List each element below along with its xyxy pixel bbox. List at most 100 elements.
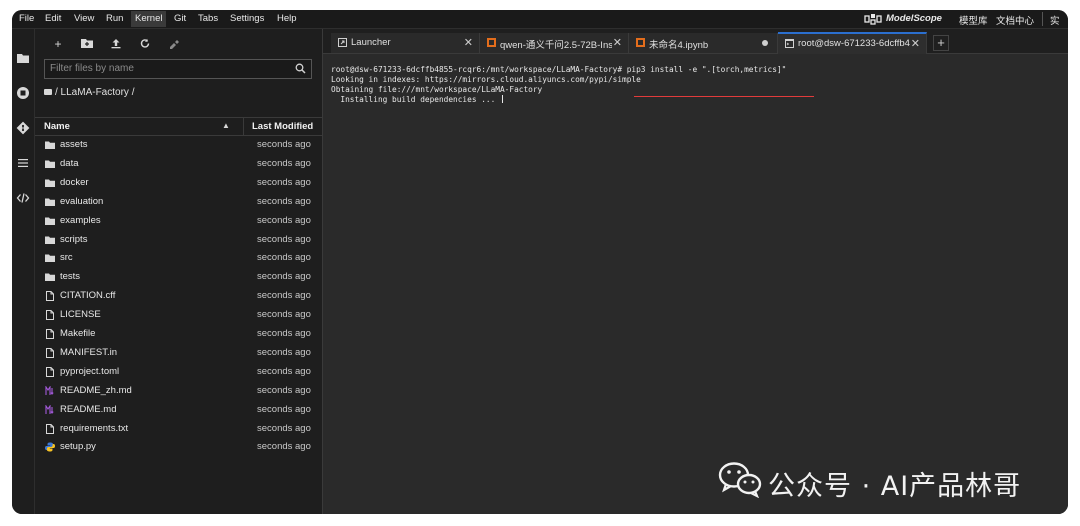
tab-label: root@dsw-671233-6dcffb4 [798, 38, 910, 49]
menu-file[interactable]: File [19, 13, 34, 24]
new-launcher-icon[interactable]: + [50, 37, 66, 51]
menu-kernel[interactable]: Kernel [131, 11, 167, 27]
running-icon[interactable] [16, 86, 30, 100]
file-row[interactable]: pyproject.toml seconds ago [35, 363, 322, 381]
file-row[interactable]: README.md seconds ago [35, 401, 322, 419]
folder-row[interactable]: examples seconds ago [35, 212, 322, 230]
close-icon[interactable]: ✕ [464, 36, 473, 49]
file-row[interactable]: Makefile seconds ago [35, 325, 322, 343]
file-name: scripts [60, 233, 88, 245]
file-name: pyproject.toml [60, 365, 120, 377]
file-row[interactable]: CITATION.cff seconds ago [35, 287, 322, 305]
breadcrumb[interactable]: / LLaMA-Factory / [44, 87, 134, 98]
git-clone-icon[interactable] [166, 38, 182, 49]
file-name: requirements.txt [60, 422, 129, 434]
tab-terminal[interactable]: root@dsw-671233-6dcffb4 ✕ [778, 32, 927, 55]
file-modified-time: seconds ago [257, 176, 311, 188]
file-modified-time: seconds ago [257, 214, 311, 226]
home-folder-icon[interactable] [44, 89, 52, 95]
folder-row[interactable]: tests seconds ago [35, 268, 322, 286]
close-icon[interactable]: ✕ [911, 37, 920, 50]
filter-files-input[interactable] [50, 61, 280, 76]
new-tab-plus-icon[interactable]: + [933, 35, 949, 51]
file-name: docker [60, 176, 89, 188]
unsaved-indicator-icon[interactable] [762, 40, 768, 46]
extension-icon[interactable] [16, 191, 30, 205]
menu-view[interactable]: View [74, 13, 94, 24]
file-modified-time: seconds ago [257, 422, 311, 434]
file-modified-time: seconds ago [257, 139, 311, 150]
link-more[interactable]: 实 [1050, 13, 1060, 27]
column-name[interactable]: Name [44, 121, 70, 132]
file-modified-time: seconds ago [257, 384, 311, 396]
jupyterlab-window: File Edit View Run Kernel Git Tabs Setti… [12, 10, 1068, 514]
file-icon [46, 310, 54, 321]
file-name: Makefile [60, 328, 96, 339]
close-icon[interactable]: ✕ [613, 36, 622, 49]
file-modified-time: seconds ago [257, 309, 311, 321]
tab-qwen-notebook[interactable]: qwen-通义千问2.5-72B-Inst ✕ [480, 33, 629, 53]
file-icon [46, 423, 54, 434]
folder-icon[interactable] [16, 51, 30, 65]
folder-icon [45, 236, 55, 244]
sort-ascending-icon[interactable]: ▲ [222, 121, 230, 130]
file-row[interactable]: setup.py seconds ago [35, 438, 322, 456]
file-row[interactable]: requirements.txt seconds ago [35, 420, 322, 438]
folder-row[interactable]: assets seconds ago [35, 136, 322, 154]
modelscope-brand[interactable]: ModelScope [886, 13, 942, 24]
folder-row[interactable]: scripts seconds ago [35, 231, 322, 249]
file-icon [46, 329, 54, 339]
menu-tabs[interactable]: Tabs [198, 13, 218, 24]
file-name: README.md [60, 403, 117, 415]
git-icon[interactable] [16, 121, 30, 135]
folder-row[interactable]: docker seconds ago [35, 174, 322, 192]
search-icon[interactable] [295, 63, 306, 74]
tab-label: Launcher [351, 37, 391, 48]
file-icon [46, 291, 54, 302]
terminal-output[interactable]: root@dsw-671233-6dcffb4855-rcqr6:/mnt/wo… [323, 54, 1068, 514]
toc-icon[interactable] [16, 156, 30, 170]
tab-launcher[interactable]: Launcher ✕ [331, 33, 480, 53]
file-name: data [60, 157, 79, 169]
notebook-icon [487, 38, 496, 47]
folder-icon [45, 254, 55, 263]
file-name: LICENSE [60, 309, 101, 321]
folder-row[interactable]: src seconds ago [35, 249, 322, 267]
breadcrumb-path[interactable]: / LLaMA-Factory / [55, 87, 134, 98]
command-highlight-underline [634, 96, 814, 97]
column-last-modified[interactable]: Last Modified [252, 121, 313, 132]
folder-row[interactable]: evaluation seconds ago [35, 193, 322, 211]
file-modified-time: seconds ago [257, 271, 311, 283]
file-row[interactable]: LICENSE seconds ago [35, 306, 322, 324]
refresh-icon[interactable] [137, 38, 153, 49]
upload-icon[interactable] [108, 38, 124, 49]
file-row[interactable]: MANIFEST.in seconds ago [35, 344, 322, 362]
terminal-line-installing: Installing build dependencies ... [331, 95, 503, 104]
link-docs[interactable]: 文档中心 [996, 13, 1034, 27]
menu-git[interactable]: Git [174, 13, 186, 24]
tab-untitled-notebook[interactable]: 未命名4.ipynb [629, 33, 778, 53]
link-model-hub[interactable]: 模型库 [959, 13, 988, 27]
file-name: MANIFEST.in [60, 346, 118, 358]
terminal-line-obtaining: Obtaining file:///mnt/workspace/LLaMA-Fa… [331, 85, 543, 94]
column-divider[interactable] [243, 118, 244, 135]
tab-bar: Launcher ✕ qwen-通义千问2.5-72B-Inst ✕ 未命名4.… [323, 29, 1068, 55]
file-name: src [60, 252, 73, 264]
menu-run[interactable]: Run [106, 13, 123, 24]
activity-bar [12, 29, 35, 514]
file-row[interactable]: README_zh.md seconds ago [35, 382, 322, 400]
notebook-icon [636, 38, 645, 47]
folder-icon [45, 141, 55, 149]
menu-edit[interactable]: Edit [45, 13, 61, 24]
menu-help[interactable]: Help [277, 13, 297, 24]
menu-settings[interactable]: Settings [230, 13, 264, 24]
folder-row[interactable]: data seconds ago [35, 155, 322, 173]
filter-box [44, 59, 312, 79]
new-folder-icon[interactable] [79, 38, 95, 49]
file-browser-panel: + / LLaMA-Factory / Name ▲ Last Modified [35, 29, 323, 514]
watermark-text: 公众号 · AI产品林哥 [768, 471, 1022, 502]
file-icon [46, 366, 54, 377]
folder-icon [45, 273, 55, 282]
menu-divider [1042, 12, 1043, 26]
file-name: CITATION.cff [60, 290, 116, 302]
